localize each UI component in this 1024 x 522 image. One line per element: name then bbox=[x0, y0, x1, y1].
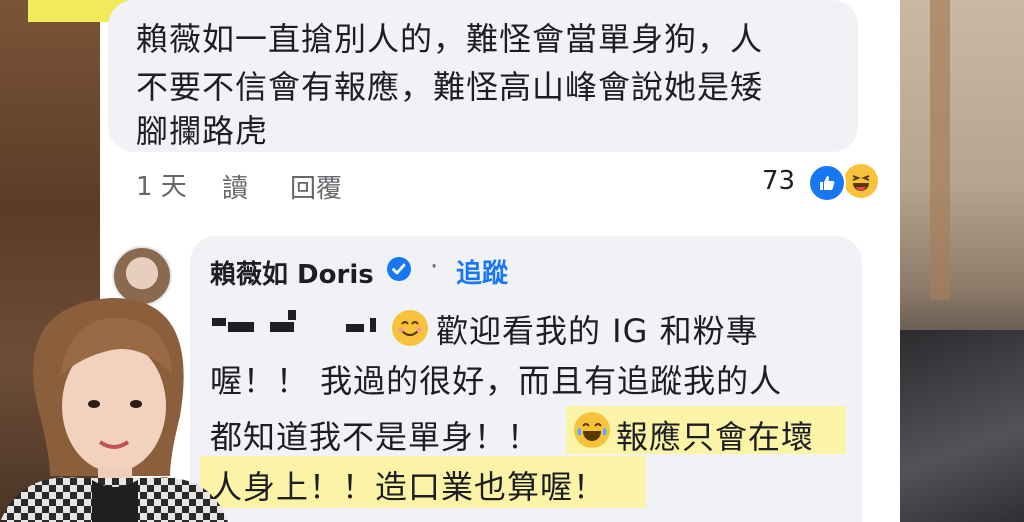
background-dark-area bbox=[900, 330, 1024, 522]
comment-1-time: 1 天 bbox=[136, 172, 187, 202]
follow-button[interactable]: 追蹤 bbox=[456, 253, 508, 290]
like-icon[interactable] bbox=[808, 164, 846, 202]
comment-1-reaction-count[interactable]: 73 bbox=[762, 166, 795, 196]
comment-2-line-1: 歡迎看我的 IG 和粉專 bbox=[436, 312, 759, 350]
redaction-mark bbox=[270, 322, 294, 332]
redaction-mark bbox=[288, 310, 296, 320]
comment-1-line-2: 不要不信會有報應，難怪高山峰會說她是矮 bbox=[136, 68, 764, 106]
tears-of-joy-emoji-icon bbox=[574, 412, 610, 448]
verified-badge-icon bbox=[386, 256, 412, 282]
background-shelf bbox=[930, 0, 950, 300]
comment-1-line-3: 腳攔路虎 bbox=[136, 112, 269, 150]
video-background-right bbox=[900, 0, 1024, 522]
smile-emoji-icon bbox=[392, 310, 428, 346]
comment-1-read-button[interactable]: 讀 bbox=[222, 168, 248, 205]
redaction-mark bbox=[228, 322, 254, 332]
comment-2-line-2: 喔！！ 我過的很好，而且有追蹤我的人 bbox=[210, 362, 783, 400]
comment-2-line-3: 都知道我不是單身！！ bbox=[210, 418, 541, 456]
doris-portrait bbox=[0, 296, 228, 522]
comment-1-line-1: 賴薇如一直搶別人的，難怪會當單身狗，人 bbox=[136, 20, 764, 58]
comment-2-line-5: 人身上！！造口業也算喔！ bbox=[210, 468, 607, 506]
separator-dot: · bbox=[430, 252, 439, 282]
redaction-mark bbox=[346, 324, 364, 332]
comment-2-line-4: 報應只會在壞 bbox=[616, 418, 815, 456]
comment-1-reply-button[interactable]: 回覆 bbox=[290, 168, 342, 205]
redaction-mark bbox=[370, 318, 376, 332]
comment-2-author[interactable]: 賴薇如 Doris bbox=[210, 254, 374, 291]
haha-icon[interactable] bbox=[842, 162, 880, 200]
